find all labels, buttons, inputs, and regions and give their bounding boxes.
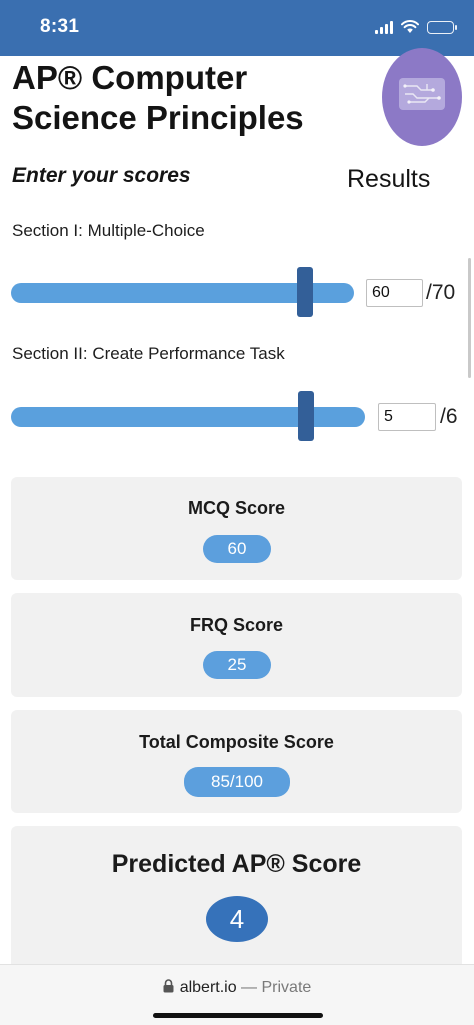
- section-2-slider-thumb[interactable]: [298, 391, 314, 441]
- composite-score-label: Total Composite Score: [139, 732, 334, 752]
- status-icons: [375, 20, 457, 34]
- lock-icon: [163, 979, 174, 993]
- results-heading: Results: [347, 165, 431, 193]
- url-domain: albert.io: [179, 979, 237, 996]
- status-time: 8:31: [40, 16, 80, 37]
- browsing-mode: Private: [261, 979, 312, 996]
- signal-icon: [375, 20, 393, 34]
- mcq-score-card: MCQ Score 60: [11, 477, 462, 580]
- predicted-score-card: Predicted AP® Score 4: [11, 826, 462, 976]
- section-2-label: Section II: Create Performance Task: [12, 344, 285, 363]
- section-1-score-input[interactable]: [366, 279, 423, 307]
- predicted-score-value: 4: [206, 896, 268, 942]
- address-bar[interactable]: albert.io — Private: [0, 979, 474, 997]
- home-indicator[interactable]: [153, 1013, 323, 1018]
- enter-scores-heading: Enter your scores: [12, 164, 191, 187]
- section-2-max-label: /6: [440, 405, 458, 428]
- wifi-icon: [401, 20, 419, 33]
- course-logo: [382, 48, 462, 146]
- section-2-score-input[interactable]: [378, 403, 436, 431]
- mcq-score-value: 60: [203, 535, 271, 563]
- frq-score-label: FRQ Score: [189, 615, 284, 635]
- composite-score-value: 85/100: [184, 767, 290, 797]
- page-title: AP® Computer Science Principles: [12, 59, 304, 136]
- predicted-score-label: Predicted AP® Score: [111, 850, 362, 878]
- battery-icon: [427, 20, 457, 34]
- scroll-indicator[interactable]: [468, 258, 471, 378]
- section-1-max-label: /70: [426, 281, 456, 304]
- browser-bottom-bar: albert.io — Private: [0, 964, 474, 1025]
- frq-score-value: 25: [203, 651, 271, 679]
- composite-score-card: Total Composite Score 85/100: [11, 710, 462, 813]
- circuit-logo-icon: [399, 78, 445, 110]
- url-separator: —: [236, 979, 262, 996]
- status-bar: 8:31: [0, 0, 474, 56]
- frq-score-card: FRQ Score 25: [11, 593, 462, 697]
- mcq-score-label: MCQ Score: [187, 498, 286, 518]
- section-1-slider-thumb[interactable]: [297, 267, 313, 317]
- section-1-label: Section I: Multiple-Choice: [12, 221, 205, 240]
